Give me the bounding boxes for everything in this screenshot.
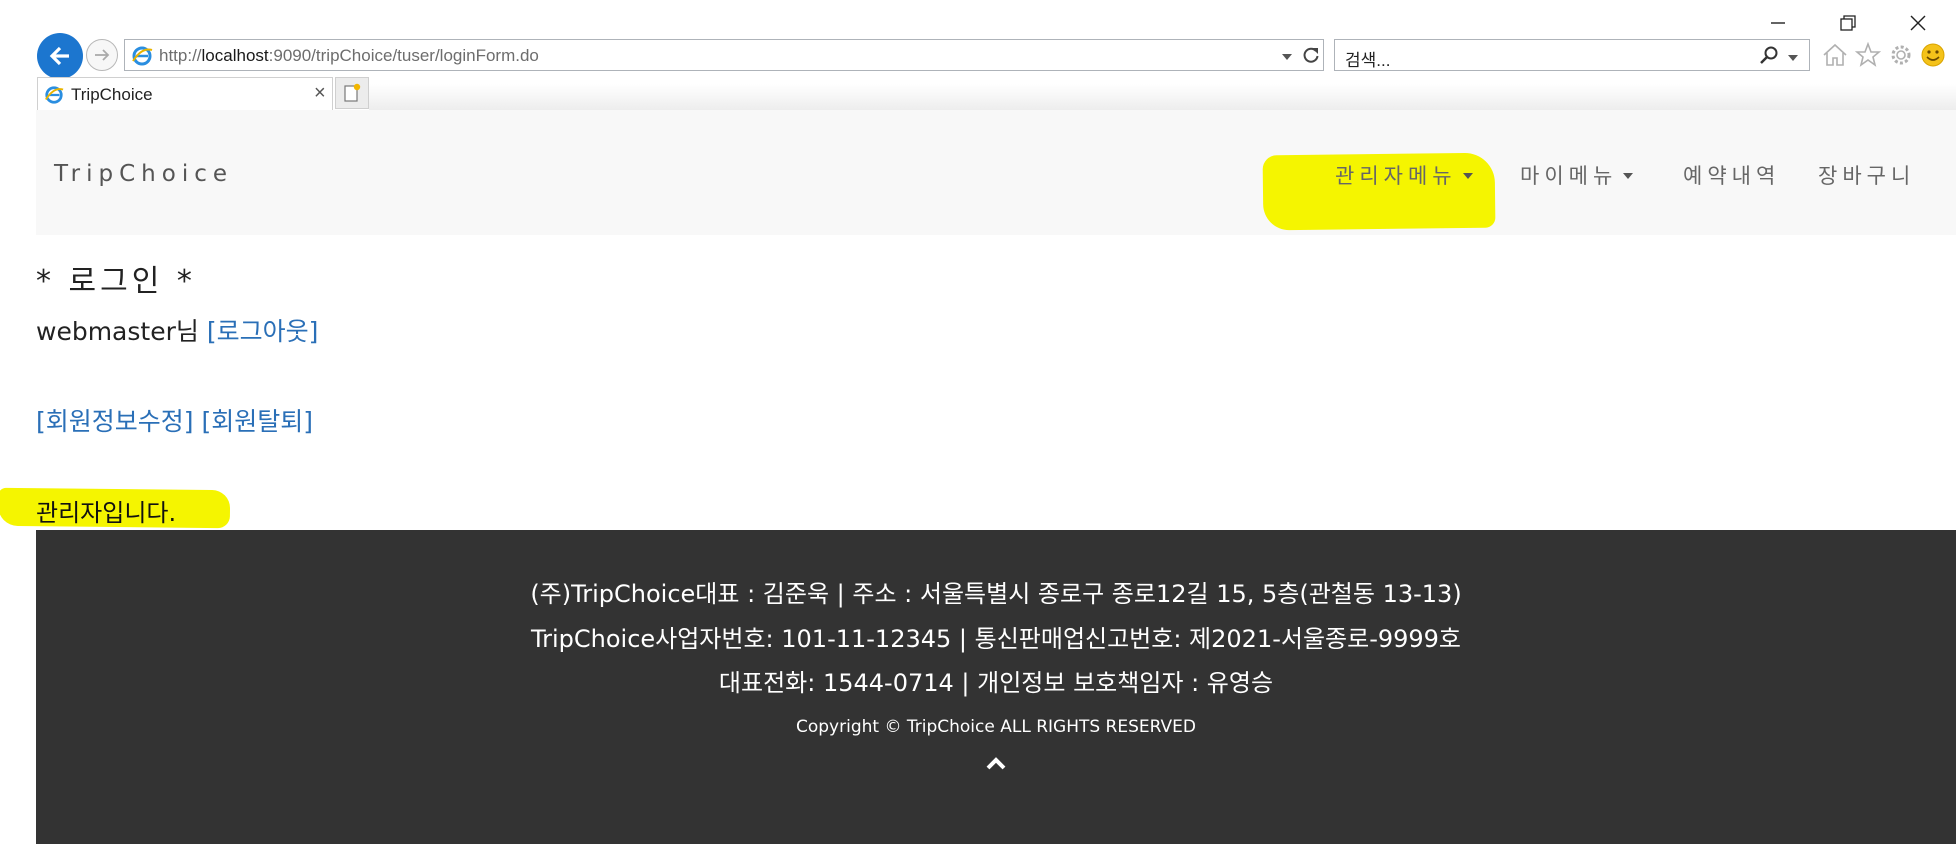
- search-dropdown-icon[interactable]: [1787, 50, 1799, 68]
- minimize-icon: [1771, 22, 1785, 24]
- new-tab-icon: [344, 83, 361, 102]
- tab-close-button[interactable]: ×: [314, 82, 326, 105]
- footer: (주)TripChoice대표 : 김준욱 | 주소 : 서울특별시 종로구 종…: [36, 530, 1956, 844]
- caret-down-icon: [1462, 173, 1473, 179]
- footer-company-info: (주)TripChoice대표 : 김준욱 | 주소 : 서울특별시 종로구 종…: [530, 580, 1462, 608]
- nav-admin-menu[interactable]: 관리자메뉴: [1335, 160, 1473, 190]
- tab-title: TripChoice: [71, 85, 153, 104]
- ie-icon: [131, 45, 153, 72]
- user-greeting: webmaster님 [로그아웃]: [36, 312, 318, 348]
- home-icon[interactable]: [1820, 40, 1850, 70]
- star-icon[interactable]: [1853, 40, 1883, 70]
- caret-down-icon: [1623, 173, 1634, 179]
- back-button[interactable]: [37, 33, 83, 79]
- admin-notice: 관리자입니다.: [36, 499, 177, 527]
- search-box[interactable]: 검색...: [1334, 39, 1810, 71]
- minimize-button[interactable]: [1758, 8, 1798, 38]
- navbar: TripChoice 관리자메뉴 마이메뉴 예약내역 장바구니: [36, 110, 1956, 235]
- tab-strip: [369, 84, 1956, 110]
- nav-my-menu[interactable]: 마이메뉴: [1520, 160, 1634, 190]
- close-window-button[interactable]: [1898, 8, 1938, 38]
- forward-button[interactable]: [86, 39, 118, 71]
- footer-copyright: Copyright © TripChoice ALL RIGHTS RESERV…: [795, 717, 1196, 737]
- tab-tripchoice[interactable]: TripChoice ×: [37, 77, 333, 110]
- browser-chrome: http://localhost:9090/tripChoice/tuser/l…: [0, 0, 1956, 110]
- page-title: * 로그인 *: [36, 264, 196, 299]
- footer-contact-info: 대표전화: 1544-0714 | 개인정보 보호책임자 : 유영승: [718, 669, 1274, 697]
- search-input[interactable]: 검색...: [1345, 46, 1390, 71]
- restore-button[interactable]: [1828, 8, 1868, 38]
- nav-label: 마이메뉴: [1520, 164, 1618, 188]
- restore-icon: [1840, 15, 1856, 31]
- user-name: webmaster님: [36, 317, 199, 346]
- new-tab-button[interactable]: [335, 77, 369, 109]
- brand-logo[interactable]: TripChoice: [54, 161, 233, 187]
- member-links: [회원정보수정] [회원탈퇴]: [36, 402, 313, 438]
- page-content: TripChoice 관리자메뉴 마이메뉴 예약내역 장바구니 * 로그인 * …: [0, 110, 1956, 844]
- scroll-top-icon[interactable]: [985, 755, 1007, 775]
- withdraw-link[interactable]: [회원탈퇴]: [201, 407, 313, 436]
- back-arrow-icon: [49, 46, 69, 66]
- smiley-icon[interactable]: [1918, 40, 1948, 70]
- nav-cart[interactable]: 장바구니: [1818, 160, 1915, 190]
- address-bar[interactable]: http://localhost:9090/tripChoice/tuser/l…: [124, 39, 1324, 71]
- nav-label: 관리자메뉴: [1335, 164, 1457, 188]
- ie-icon: [44, 85, 64, 110]
- edit-profile-link[interactable]: [회원정보수정]: [36, 407, 194, 436]
- logout-link[interactable]: [로그아웃]: [207, 317, 319, 346]
- search-icon[interactable]: [1759, 45, 1779, 70]
- forward-arrow-icon: [95, 49, 110, 61]
- address-dropdown-icon[interactable]: [1281, 49, 1293, 67]
- footer-business-info: TripChoice사업자번호: 101-11-12345 | 통신판매업신고번…: [530, 625, 1462, 653]
- close-icon: [1910, 15, 1926, 31]
- gear-icon[interactable]: [1886, 40, 1916, 70]
- address-url: http://localhost:9090/tripChoice/tuser/l…: [159, 46, 539, 65]
- nav-reservations[interactable]: 예약내역: [1683, 160, 1780, 190]
- refresh-icon[interactable]: [1301, 45, 1321, 70]
